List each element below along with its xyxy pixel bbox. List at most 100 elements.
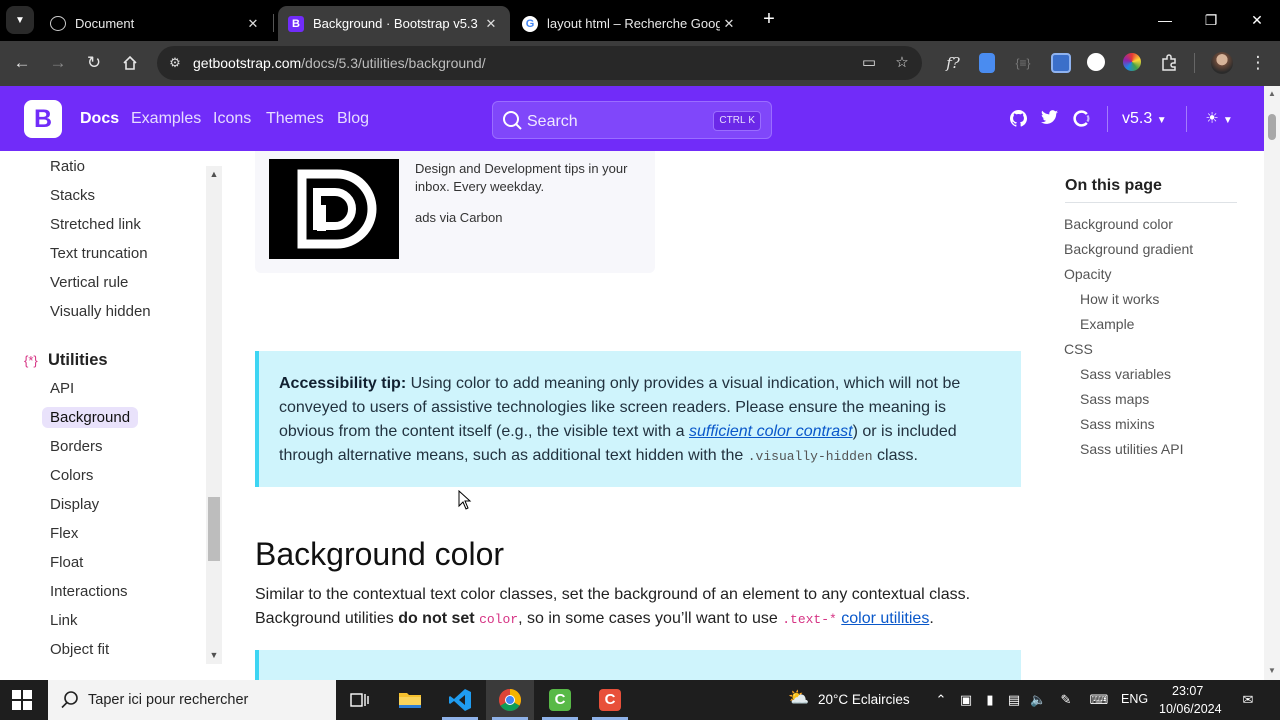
scroll-down-arrow-icon[interactable]: ▼: [206, 650, 222, 660]
sidebar-item-colors[interactable]: Colors: [50, 467, 93, 484]
sidebar-item-float[interactable]: Float: [50, 554, 83, 571]
weather-text[interactable]: 20°C Eclaircies: [818, 692, 910, 707]
formula-extension-icon[interactable]: f?: [939, 49, 967, 77]
meet-now-icon[interactable]: ▣: [958, 692, 974, 708]
sidebar-item-interactions[interactable]: Interactions: [50, 583, 128, 600]
extensions-button[interactable]: [1155, 49, 1183, 77]
install-app-icon[interactable]: ▭: [859, 53, 879, 73]
restore-button[interactable]: ❐: [1188, 0, 1234, 40]
nav-link-docs[interactable]: Docs: [80, 110, 119, 128]
sidebar-item-display[interactable]: Display: [50, 496, 99, 513]
open-collective-icon[interactable]: [1072, 110, 1090, 128]
sidebar-item-visually-hidden[interactable]: Visually hidden: [50, 303, 151, 320]
capture-extension-icon[interactable]: [1051, 53, 1071, 73]
color-picker-extension-icon[interactable]: [1123, 53, 1141, 71]
taskbar-file-explorer[interactable]: [386, 680, 434, 720]
close-icon[interactable]: ✕: [244, 16, 262, 32]
home-button[interactable]: [116, 49, 144, 77]
taskbar-camtasia-green[interactable]: C: [536, 680, 584, 720]
new-tab-button[interactable]: +: [757, 8, 781, 32]
nav-link-themes[interactable]: Themes: [266, 110, 324, 128]
clock-time[interactable]: 23:07: [1172, 684, 1203, 698]
theme-toggle[interactable]: ☀ ▼: [1201, 110, 1237, 128]
toc-link-how-it-works[interactable]: How it works: [1080, 291, 1159, 307]
microphone-icon[interactable]: ▮: [982, 692, 998, 708]
minimize-button[interactable]: —: [1142, 0, 1188, 40]
color-utilities-link[interactable]: color utilities: [841, 610, 929, 627]
github-icon[interactable]: [1009, 110, 1027, 128]
nav-link-blog[interactable]: Blog: [337, 110, 369, 128]
sidebar-scrollbar-thumb[interactable]: [208, 497, 220, 561]
volume-icon[interactable]: 🔈: [1030, 692, 1046, 708]
sidebar-item-vertical-rule[interactable]: Vertical rule: [50, 274, 128, 291]
close-icon[interactable]: ✕: [720, 16, 738, 32]
address-bar[interactable]: ⚙ getbootstrap.com/docs/5.3/utilities/ba…: [157, 46, 922, 80]
toc-link-sass-maps[interactable]: Sass maps: [1080, 391, 1149, 407]
dark-mode-extension-icon[interactable]: [1087, 53, 1105, 71]
docs-search-button[interactable]: Search CTRL K: [492, 101, 772, 139]
sidebar-scrollbar[interactable]: ▲ ▼: [206, 166, 222, 664]
toc-link-sass-utilities-api[interactable]: Sass utilities API: [1080, 441, 1184, 457]
toc-link-example[interactable]: Example: [1080, 316, 1134, 332]
keyboard-icon[interactable]: ⌨: [1088, 692, 1110, 708]
sidebar-item-link[interactable]: Link: [50, 612, 78, 629]
reload-button[interactable]: ↻: [80, 49, 108, 77]
sidebar-item-background[interactable]: Background: [42, 407, 139, 428]
scroll-down-arrow-icon[interactable]: ▼: [1264, 666, 1280, 675]
docs-extension-icon[interactable]: [979, 53, 995, 73]
weather-partly-cloudy-icon[interactable]: ⛅: [788, 689, 810, 710]
page-scrollbar-thumb[interactable]: [1268, 114, 1276, 140]
sidebar-item-api[interactable]: API: [50, 380, 74, 397]
taskbar-camtasia-red[interactable]: C: [586, 680, 634, 720]
page-scrollbar[interactable]: ▲ ▼: [1264, 86, 1280, 680]
color-contrast-link[interactable]: sufficient color contrast: [689, 423, 853, 440]
forward-button[interactable]: →: [44, 49, 72, 77]
close-window-button[interactable]: ✕: [1234, 0, 1280, 40]
profile-avatar[interactable]: [1211, 52, 1233, 74]
language-indicator[interactable]: ENG: [1121, 692, 1148, 706]
toc-link-opacity[interactable]: Opacity: [1064, 266, 1111, 282]
network-icon[interactable]: ▤: [1006, 692, 1022, 708]
bootstrap-logo[interactable]: B: [24, 100, 62, 138]
toc-link-background-color[interactable]: Background color: [1064, 216, 1173, 232]
tab-search-button[interactable]: ▼: [6, 6, 34, 34]
tab-google-search[interactable]: G layout html – Recherche Googl ✕: [512, 6, 748, 41]
sidebar-item-text-truncation[interactable]: Text truncation: [50, 245, 148, 262]
notifications-icon[interactable]: ✉: [1239, 692, 1257, 708]
toc-link-css[interactable]: CSS: [1064, 341, 1093, 357]
sidebar-item-flex[interactable]: Flex: [50, 525, 78, 542]
bookmark-star-icon[interactable]: ☆: [892, 53, 912, 73]
ad-logo-image[interactable]: [269, 159, 399, 259]
browser-menu-button[interactable]: ⋮: [1244, 49, 1272, 77]
pen-icon[interactable]: ✎: [1058, 692, 1074, 708]
sidebar-item-ratio[interactable]: Ratio: [50, 158, 85, 175]
twitter-icon[interactable]: [1040, 110, 1058, 128]
windows-start-icon[interactable]: [12, 690, 32, 710]
toc-link-background-gradient[interactable]: Background gradient: [1064, 241, 1193, 257]
close-icon[interactable]: ✕: [482, 16, 500, 32]
task-view-button[interactable]: [336, 680, 384, 720]
tab-document[interactable]: Document ✕: [40, 6, 272, 41]
clock-date[interactable]: 10/06/2024: [1159, 702, 1222, 716]
taskbar-search-box[interactable]: Taper ici pour rechercher: [48, 680, 336, 720]
sidebar-item-borders[interactable]: Borders: [50, 438, 103, 455]
nav-link-icons[interactable]: Icons: [213, 110, 251, 128]
nav-link-examples[interactable]: Examples: [131, 110, 201, 128]
chevron-up-icon[interactable]: ⌃: [933, 692, 949, 708]
sidebar-item-stacks[interactable]: Stacks: [50, 187, 95, 204]
ad-text[interactable]: Design and Development tips in your inbo…: [415, 160, 645, 196]
json-extension-icon[interactable]: {≡}: [1009, 49, 1037, 77]
sidebar-item-stretched-link[interactable]: Stretched link: [50, 216, 141, 233]
version-dropdown[interactable]: v5.3 ▼: [1122, 110, 1167, 128]
back-button[interactable]: ←: [8, 49, 36, 77]
scroll-up-arrow-icon[interactable]: ▲: [1264, 89, 1280, 98]
toc-link-sass-mixins[interactable]: Sass mixins: [1080, 416, 1155, 432]
taskbar-vscode[interactable]: [436, 680, 484, 720]
ad-via-link[interactable]: ads via Carbon: [415, 210, 502, 225]
carbon-ad[interactable]: Design and Development tips in your inbo…: [255, 151, 655, 273]
scroll-up-arrow-icon[interactable]: ▲: [206, 169, 222, 179]
taskbar-chrome[interactable]: [486, 680, 534, 720]
sidebar-item-object-fit[interactable]: Object fit: [50, 641, 109, 658]
tab-bootstrap-background[interactable]: B Background · Bootstrap v5.3 ✕: [278, 6, 510, 41]
toc-link-sass-variables[interactable]: Sass variables: [1080, 366, 1171, 382]
